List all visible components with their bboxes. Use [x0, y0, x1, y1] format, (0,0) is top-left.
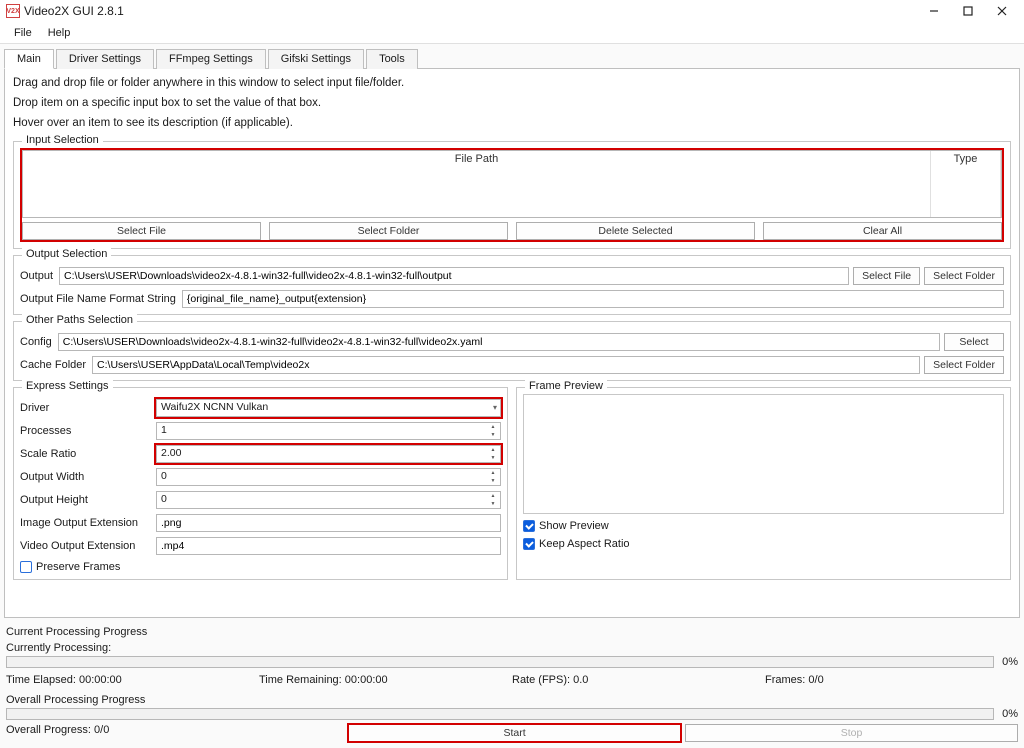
keep-aspect-checkbox[interactable]	[523, 538, 535, 550]
current-progress-title: Current Processing Progress	[6, 626, 1018, 638]
menu-file[interactable]: File	[6, 24, 40, 42]
scale-ratio-stepper[interactable]: 2.00▲▼	[156, 445, 501, 463]
image-ext-field[interactable]	[156, 514, 501, 532]
output-height-stepper[interactable]: 0▲▼	[156, 491, 501, 509]
select-file-button[interactable]: Select File	[22, 222, 261, 240]
window-minimize-button[interactable]	[918, 1, 950, 21]
video-ext-field[interactable]	[156, 537, 501, 555]
window-title: Video2X GUI 2.8.1	[24, 4, 916, 18]
output-label: Output	[20, 270, 53, 282]
file-list-header-type: Type	[931, 151, 1001, 217]
tab-ffmpeg-settings[interactable]: FFmpeg Settings	[156, 49, 266, 69]
tab-tools[interactable]: Tools	[366, 49, 418, 69]
processes-stepper[interactable]: 1▲▼	[156, 422, 501, 440]
output-selection-legend: Output Selection	[22, 248, 111, 260]
clear-all-button[interactable]: Clear All	[763, 222, 1002, 240]
express-legend: Express Settings	[22, 380, 113, 392]
tab-driver-settings[interactable]: Driver Settings	[56, 49, 154, 69]
driver-select[interactable]: Waifu2X NCNN Vulkan▾	[156, 399, 501, 417]
processes-label: Processes	[20, 425, 150, 437]
overall-progress-title: Overall Processing Progress	[6, 694, 1018, 706]
window-maximize-button[interactable]	[952, 1, 984, 21]
output-select-folder-button[interactable]: Select Folder	[924, 267, 1004, 285]
currently-processing-label: Currently Processing:	[6, 642, 1018, 654]
start-button[interactable]: Start	[348, 724, 681, 742]
frames-label: Frames: 0/0	[765, 674, 1018, 686]
app-icon: V2X	[6, 4, 20, 18]
preserve-frames-label: Preserve Frames	[36, 561, 120, 573]
overall-progress-pct: 0%	[1002, 708, 1018, 720]
delete-selected-button[interactable]: Delete Selected	[516, 222, 755, 240]
hint-text-2: Drop item on a specific input box to set…	[13, 95, 1011, 111]
config-path-field[interactable]	[58, 333, 940, 351]
output-select-file-button[interactable]: Select File	[853, 267, 920, 285]
rate-label: Rate (FPS): 0.0	[512, 674, 765, 686]
file-list-header-path: File Path	[23, 151, 931, 217]
window-close-button[interactable]	[986, 1, 1018, 21]
preserve-frames-checkbox[interactable]	[20, 561, 32, 573]
output-path-field[interactable]	[59, 267, 849, 285]
output-fmt-field[interactable]	[182, 290, 1004, 308]
other-paths-legend: Other Paths Selection	[22, 314, 137, 326]
current-progress-pct: 0%	[1002, 656, 1018, 668]
output-fmt-label: Output File Name Format String	[20, 293, 176, 305]
tab-gifski-settings[interactable]: Gifski Settings	[268, 49, 364, 69]
show-preview-checkbox[interactable]	[523, 520, 535, 532]
cache-label: Cache Folder	[20, 359, 86, 371]
cache-path-field[interactable]	[92, 356, 920, 374]
overall-progress-bar	[6, 708, 994, 720]
select-folder-button[interactable]: Select Folder	[269, 222, 508, 240]
width-label: Output Width	[20, 471, 150, 483]
file-list[interactable]: File Path Type	[22, 150, 1002, 218]
hint-text-1: Drag and drop file or folder anywhere in…	[13, 75, 1011, 91]
keep-aspect-label: Keep Aspect Ratio	[539, 538, 630, 550]
config-select-button[interactable]: Select	[944, 333, 1004, 351]
menu-help[interactable]: Help	[40, 24, 79, 42]
overall-progress-label: Overall Progress: 0/0	[6, 724, 348, 742]
time-remaining-label: Time Remaining: 00:00:00	[259, 674, 512, 686]
stop-button[interactable]: Stop	[685, 724, 1018, 742]
tab-main[interactable]: Main	[4, 49, 54, 69]
driver-label: Driver	[20, 402, 150, 414]
hint-text-3: Hover over an item to see its descriptio…	[13, 115, 1011, 131]
show-preview-label: Show Preview	[539, 520, 609, 532]
imgext-label: Image Output Extension	[20, 517, 150, 529]
current-progress-bar	[6, 656, 994, 668]
vidext-label: Video Output Extension	[20, 540, 150, 552]
input-selection-legend: Input Selection	[22, 134, 103, 146]
preview-box	[523, 394, 1004, 514]
height-label: Output Height	[20, 494, 150, 506]
output-width-stepper[interactable]: 0▲▼	[156, 468, 501, 486]
chevron-down-icon: ▾	[493, 403, 497, 412]
cache-select-folder-button[interactable]: Select Folder	[924, 356, 1004, 374]
scale-label: Scale Ratio	[20, 448, 150, 460]
time-elapsed-label: Time Elapsed: 00:00:00	[6, 674, 259, 686]
config-label: Config	[20, 336, 52, 348]
preview-legend: Frame Preview	[525, 380, 607, 392]
